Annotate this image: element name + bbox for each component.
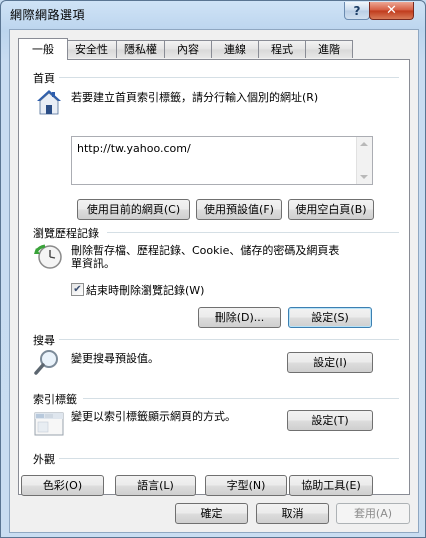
window-title: 網際網路選項 xyxy=(10,8,86,22)
search-settings-button[interactable]: 設定(I) xyxy=(287,352,373,373)
home-url-textarea[interactable]: http://tw.yahoo.com/ xyxy=(71,136,373,185)
home-description: 若要建立首頁索引標籤，請分行輸入個別的網址(R) xyxy=(71,91,319,104)
apply-button[interactable]: 套用(A) xyxy=(336,503,410,524)
general-tab-panel: 首頁 若要建立首頁索引標籤，請分行輸入個別的網址(R) http://tw.ya… xyxy=(18,59,410,496)
scroll-up-arrow-icon[interactable] xyxy=(360,142,368,146)
tabs-settings-button[interactable]: 設定(T) xyxy=(287,410,373,431)
tab-privacy[interactable]: 隱私權 xyxy=(116,40,165,58)
home-group-divider xyxy=(59,77,399,78)
fonts-button[interactable]: 字型(N) xyxy=(205,475,287,496)
cancel-button[interactable]: 取消 xyxy=(256,503,329,524)
help-button[interactable]: ? xyxy=(344,2,370,20)
scroll-down-arrow-icon[interactable] xyxy=(360,175,368,179)
history-settings-button[interactable]: 設定(S) xyxy=(288,307,372,328)
dialog-window: 網際網路選項 ? ✕ 一般 安全性 隱私權 內容 連線 程式 進階 首頁 若要建… xyxy=(0,0,426,538)
accessibility-button[interactable]: 協助工具(E) xyxy=(289,475,373,496)
tabbed-window-icon xyxy=(33,408,65,438)
tabs-group-label: 索引標籤 xyxy=(33,393,77,406)
close-button[interactable]: ✕ xyxy=(369,2,414,20)
search-group-label: 搜尋 xyxy=(33,334,55,347)
tabs-group-divider xyxy=(83,398,399,399)
tab-connections[interactable]: 連線 xyxy=(211,40,259,58)
delete-on-exit-label[interactable]: 結束時刪除瀏覽記錄(W) xyxy=(86,282,204,298)
history-description-line1: 刪除暫存檔、歷程記錄、Cookie、儲存的密碼及網頁表 xyxy=(71,244,340,257)
home-group-label: 首頁 xyxy=(33,72,55,85)
search-description: 變更搜尋預設值。 xyxy=(71,352,159,365)
delete-history-button[interactable]: 刪除(D)... xyxy=(198,307,281,328)
tab-programs[interactable]: 程式 xyxy=(258,40,306,58)
ok-button[interactable]: 確定 xyxy=(175,503,248,524)
languages-button[interactable]: 語言(L) xyxy=(115,475,196,496)
use-blank-button[interactable]: 使用空白頁(B) xyxy=(288,199,374,220)
appearance-group-divider xyxy=(59,458,399,459)
appearance-group-label: 外觀 xyxy=(33,453,55,466)
use-default-button[interactable]: 使用預設值(F) xyxy=(196,199,282,220)
tab-security[interactable]: 安全性 xyxy=(66,40,117,58)
dialog-footer: 確定 取消 套用(A) xyxy=(10,498,418,532)
magnifier-icon xyxy=(33,348,61,376)
home-icon xyxy=(35,88,63,116)
home-url-value: http://tw.yahoo.com/ xyxy=(77,142,191,155)
tab-advanced[interactable]: 進階 xyxy=(305,40,353,58)
colors-button[interactable]: 色彩(O) xyxy=(21,475,104,496)
dialog-client: 一般 安全性 隱私權 內容 連線 程式 進階 首頁 若要建立首頁索引標籤，請分行… xyxy=(9,29,419,533)
use-current-button[interactable]: 使用目前的網頁(C) xyxy=(77,199,190,220)
tab-strip: 一般 安全性 隱私權 內容 連線 程式 進階 xyxy=(18,38,408,60)
search-group-divider xyxy=(59,339,399,340)
home-url-scrollbar[interactable] xyxy=(356,137,372,184)
history-clock-icon xyxy=(33,242,63,272)
tab-general[interactable]: 一般 xyxy=(18,38,68,60)
tabs-description: 變更以索引標籤顯示網頁的方式。 xyxy=(71,410,236,423)
tab-content[interactable]: 內容 xyxy=(164,40,212,58)
title-bar[interactable]: 網際網路選項 ? ✕ xyxy=(1,1,425,25)
checkmark-icon: ✔ xyxy=(73,284,82,295)
history-group-label: 瀏覽歷程記錄 xyxy=(33,227,99,240)
history-description-line2: 單資訊。 xyxy=(71,257,115,270)
history-group-divider xyxy=(107,232,399,233)
delete-on-exit-checkbox[interactable]: ✔ xyxy=(71,283,84,296)
